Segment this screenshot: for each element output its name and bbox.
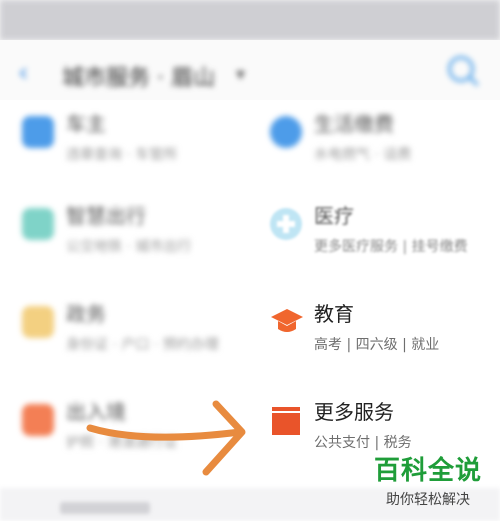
service-name: 智慧出行 (66, 204, 146, 228)
service-desc: 公共支付 | 税务 (314, 435, 412, 451)
car-icon (22, 116, 54, 148)
graduation-cap-icon (270, 306, 303, 338)
watermark-sub: 助你轻松解决 (386, 492, 470, 508)
service-desc: 更多医疗服务 | 挂号缴费 (314, 239, 468, 255)
lightning-icon (270, 116, 302, 148)
service-name: 车主 (66, 112, 106, 136)
hand-drawn-arrow-icon (86, 400, 246, 476)
service-tile-medical[interactable]: 医疗 更多医疗服务 | 挂号缴费 (270, 200, 500, 290)
service-desc: 身份证 · 户口 · 预约办理 (66, 337, 219, 353)
service-tile-utilities[interactable]: 生活缴费 水电燃气 · 话费 (270, 108, 500, 198)
box-icon (270, 404, 302, 436)
service-desc: 公交地铁 · 城市出行 (66, 239, 192, 255)
status-bar (0, 0, 500, 40)
header-title: 城市服务 · 眉山 (62, 66, 215, 91)
watermark-main: 百科全说 (373, 456, 482, 486)
search-icon[interactable] (448, 56, 474, 82)
header-chevron-icon[interactable]: ▾ (236, 64, 245, 85)
bus-icon (22, 208, 54, 240)
service-tile-transit[interactable]: 智慧出行 公交地铁 · 城市出行 (22, 200, 262, 290)
service-desc: 水电燃气 · 话费 (314, 147, 412, 163)
back-arrow-icon[interactable]: ‹ (18, 58, 28, 88)
government-icon (22, 306, 54, 338)
service-name: 医疗 (314, 204, 354, 228)
service-name: 更多服务 (314, 400, 394, 424)
medical-icon (270, 208, 302, 240)
service-desc: 高考 | 四六级 | 就业 (314, 337, 440, 353)
service-name: 教育 (314, 302, 354, 326)
service-tile-car[interactable]: 车主 违章查询 · 车管所 (22, 108, 262, 198)
service-desc: 违章查询 · 车管所 (66, 147, 178, 163)
passport-icon (22, 404, 54, 436)
service-name: 政务 (66, 302, 106, 326)
watermark-logo: 百科全说 助你轻松解决 (368, 450, 488, 509)
service-tile-education[interactable]: 教育 高考 | 四六级 | 就业 (270, 298, 500, 388)
blurred-section-title (60, 502, 150, 514)
service-tile-government[interactable]: 政务 身份证 · 户口 · 预约办理 (22, 298, 262, 388)
service-name: 生活缴费 (314, 112, 394, 136)
